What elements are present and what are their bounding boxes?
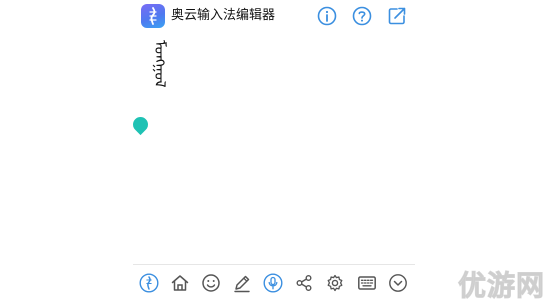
voice-icon[interactable] <box>262 272 284 294</box>
info-icon[interactable] <box>317 6 337 26</box>
home-icon[interactable] <box>169 272 191 294</box>
pencil-icon[interactable] <box>231 272 253 294</box>
toolbar-divider <box>133 264 415 265</box>
text-cursor-handle[interactable] <box>129 113 152 136</box>
share-export-icon[interactable] <box>387 6 407 26</box>
emoji-icon[interactable] <box>200 272 222 294</box>
app-logo-icon <box>141 4 165 28</box>
keyboard-icon[interactable] <box>356 272 378 294</box>
help-icon[interactable] <box>352 6 372 26</box>
watermark-logo: 优游网 <box>457 269 545 303</box>
app-title: 奥云输入法编辑器 <box>171 8 276 23</box>
chevron-down-icon[interactable] <box>387 272 409 294</box>
mongol-input-icon[interactable] <box>138 272 160 294</box>
text-editor-area[interactable]: ᠮᠣᠩᠭᠣᠯ <box>129 34 415 262</box>
editor-text: ᠮᠣᠩᠭᠣᠯ <box>151 40 169 88</box>
settings-gear-icon[interactable] <box>324 272 346 294</box>
share-icon[interactable] <box>293 272 315 294</box>
